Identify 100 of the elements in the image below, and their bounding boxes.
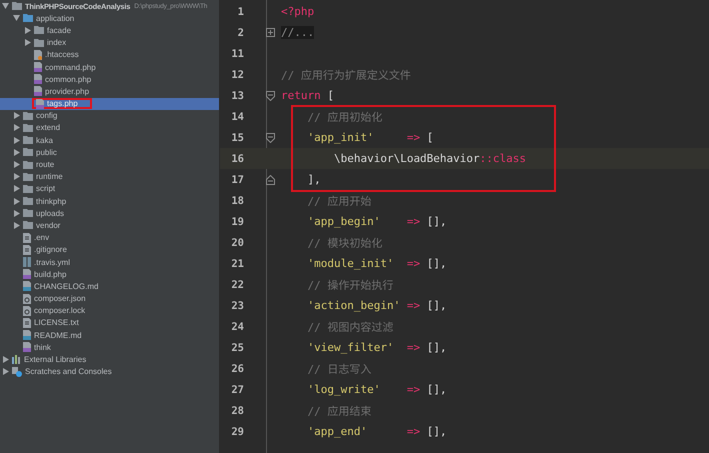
text-file-icon — [23, 244, 31, 255]
tree-item[interactable]: .env — [0, 232, 219, 244]
config-file-icon — [34, 50, 42, 60]
line-number: 18 — [230, 194, 244, 206]
php-file-icon — [34, 74, 42, 84]
collapsed-arrow-icon[interactable] — [14, 185, 20, 192]
line-number: 20 — [230, 236, 244, 248]
text-file-icon — [23, 318, 31, 328]
tree-item[interactable]: index — [0, 36, 219, 49]
yml-file-icon — [23, 257, 31, 268]
line-number: 17 — [230, 174, 244, 186]
tree-item[interactable]: command.php — [0, 60, 219, 74]
tree-item[interactable]: extend — [0, 122, 219, 134]
code-line: // 操作开始执行 — [306, 278, 394, 292]
tree-item[interactable]: thinkphp — [0, 195, 219, 208]
expanded-arrow-icon[interactable] — [13, 15, 20, 22]
code-line: // 日志写入 — [306, 362, 372, 376]
collapsed-arrow-icon[interactable] — [14, 136, 20, 144]
tree-item[interactable]: facade — [0, 24, 219, 37]
php-file-icon — [23, 269, 31, 280]
code-line: 'view_filter' => [], — [306, 341, 447, 354]
tree-item[interactable]: script — [0, 182, 219, 195]
collapsed-arrow-icon[interactable] — [14, 210, 20, 217]
line-number: 28 — [230, 404, 244, 416]
tree-item[interactable]: .gitignore — [0, 244, 219, 256]
code-line: // 应用行为扩展定义文件 — [281, 68, 411, 82]
highlight-frame: tags.php — [32, 98, 92, 110]
collapsed-arrow-icon[interactable] — [14, 198, 20, 205]
tree-item[interactable]: Scratches and Consoles — [0, 366, 219, 378]
tree-item[interactable]: composer.json — [0, 292, 219, 305]
tree-item[interactable]: public — [0, 146, 219, 158]
collapsed-arrow-icon[interactable] — [2, 356, 8, 364]
code-line: 'log_write' => [], — [306, 383, 447, 396]
line-number: 22 — [230, 278, 244, 290]
line-number: 21 — [230, 258, 244, 270]
line-number: 13 — [230, 90, 244, 102]
tree-item[interactable]: config — [0, 110, 219, 122]
code-line: // 应用初始化 — [306, 110, 382, 124]
markdown-file-icon — [23, 281, 31, 292]
expand-fold-icon[interactable] — [266, 28, 275, 37]
code-line: 'app_begin' => [], — [306, 215, 447, 228]
collapsed-arrow-icon[interactable] — [2, 368, 8, 376]
tree-item[interactable]: route — [0, 158, 219, 171]
tree-item[interactable]: application — [0, 12, 219, 24]
json-file-icon — [23, 306, 31, 316]
tree-item[interactable]: think — [0, 341, 219, 354]
code-line: 'action_begin' => [], — [306, 299, 447, 312]
php-file-icon — [36, 98, 44, 109]
code-line: <?php — [281, 5, 314, 18]
line-number: 25 — [230, 342, 244, 354]
tree-item[interactable]: kaka — [0, 134, 219, 146]
collapsed-arrow-icon[interactable] — [24, 26, 30, 34]
collapsed-arrow-icon[interactable] — [14, 161, 20, 168]
tree-item[interactable]: provider.php — [0, 85, 219, 98]
code-line: return [ — [281, 89, 334, 102]
line-number: 11 — [230, 48, 244, 60]
line-number: 12 — [230, 68, 244, 80]
line-number: 14 — [230, 110, 244, 122]
fold-end-icon[interactable] — [266, 174, 275, 184]
tree-item[interactable]: vendor — [0, 219, 219, 232]
php-file-icon — [34, 86, 42, 96]
collapsed-arrow-icon[interactable] — [14, 124, 20, 132]
collapsed-arrow-icon[interactable] — [14, 112, 20, 120]
code-line: 'app_end' => [], — [306, 425, 447, 438]
tree-item[interactable]: common.php — [0, 73, 219, 86]
text-file-icon — [23, 232, 31, 243]
code-line: ], — [306, 173, 321, 186]
code-line: // 应用开始 — [306, 194, 372, 208]
line-number: 19 — [230, 216, 244, 228]
tree-item[interactable]: .htaccess — [0, 48, 219, 61]
code-line: 'app_init' => [ — [306, 131, 434, 144]
tree-item[interactable]: build.php — [0, 268, 219, 280]
line-number: 27 — [230, 384, 244, 396]
collapsed-arrow-icon[interactable] — [14, 148, 20, 156]
tree-item[interactable]: README.md — [0, 329, 219, 342]
collapse-fold-icon[interactable] — [266, 90, 275, 100]
collapse-fold-icon[interactable] — [266, 132, 275, 142]
scratches-icon — [12, 366, 22, 377]
code-line: \behavior\LoadBehavior::class — [332, 152, 526, 165]
collapsed-arrow-icon[interactable] — [14, 222, 20, 229]
tree-item[interactable]: External Libraries — [0, 353, 219, 366]
tree-item[interactable]: runtime — [0, 170, 219, 183]
tree-item[interactable]: CHANGELOG.md — [0, 280, 219, 292]
line-number: 16 — [230, 152, 244, 164]
line-number: 2 — [236, 26, 244, 38]
tree-item[interactable]: composer.lock — [0, 304, 219, 317]
expanded-arrow-icon[interactable] — [2, 3, 9, 10]
collapsed-arrow-icon[interactable] — [14, 173, 20, 180]
line-number: 29 — [230, 426, 244, 438]
tree-item[interactable]: uploads — [0, 207, 219, 220]
tree-item[interactable]: LICENSE.txt — [0, 316, 219, 330]
php-file-icon — [34, 62, 42, 72]
tree-item[interactable]: .travis.yml — [0, 256, 219, 268]
code-line: // 模块初始化 — [306, 236, 382, 250]
collapsed-arrow-icon[interactable] — [24, 39, 30, 46]
php-file-icon — [23, 342, 31, 352]
line-number: 23 — [230, 300, 244, 312]
line-number: 1 — [236, 6, 244, 18]
code-line: 'module_init' => [], — [306, 257, 447, 270]
selected-tree-item[interactable]: tags.php — [0, 98, 219, 110]
